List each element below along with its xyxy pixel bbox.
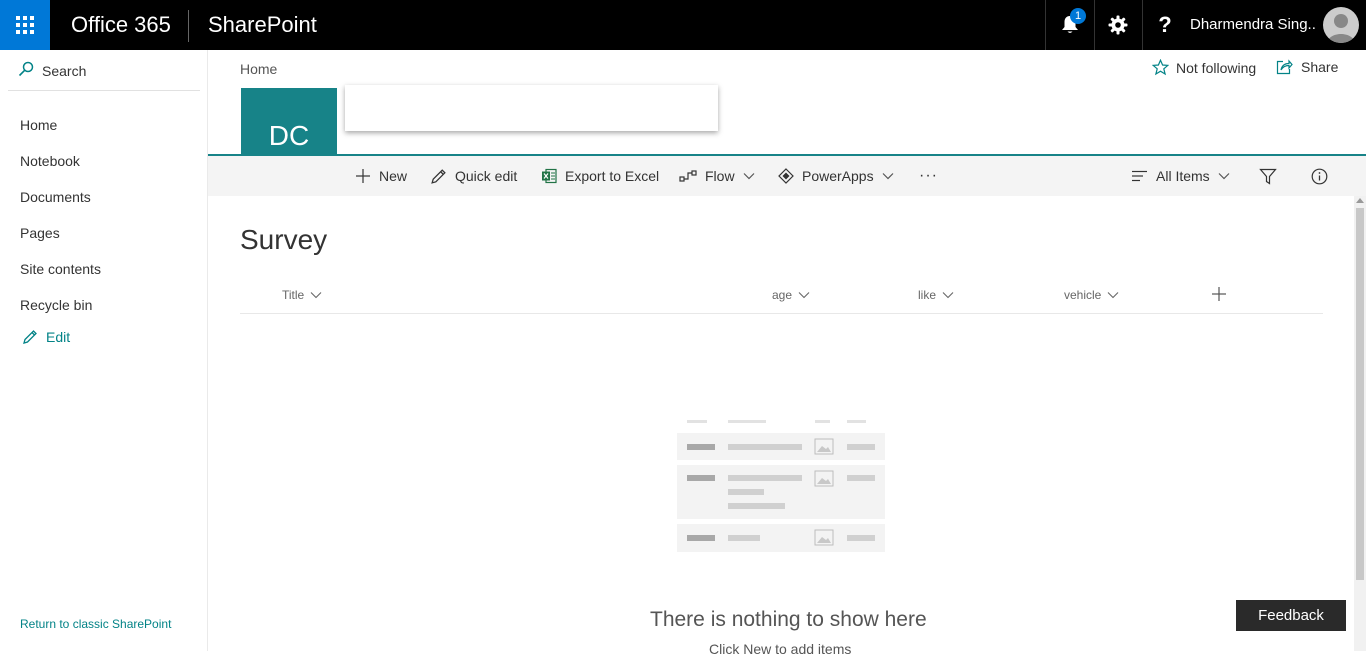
export-to-excel-button[interactable]: Export to Excel — [541, 156, 659, 196]
column-like-label: like — [918, 288, 937, 302]
list-title: Survey — [240, 224, 328, 255]
help-button[interactable]: ? — [1141, 0, 1189, 50]
brand-divider — [188, 10, 189, 42]
column-vehicle-label: vehicle — [1064, 288, 1102, 302]
chevron-down-icon — [1107, 292, 1119, 299]
info-pane-button[interactable] — [1311, 156, 1328, 196]
vertical-scrollbar[interactable] — [1354, 196, 1366, 651]
nav-item-recycle-bin[interactable]: Recycle bin — [20, 297, 92, 313]
column-header-like[interactable]: like — [918, 288, 954, 302]
user-avatar-icon — [1327, 14, 1355, 43]
view-selector-button[interactable]: All Items — [1131, 156, 1230, 196]
settings-button[interactable] — [1094, 0, 1143, 50]
empty-state-subtitle: Click New to add items — [709, 641, 852, 657]
return-to-classic-link[interactable]: Return to classic SharePoint — [20, 617, 171, 631]
list-view-icon — [1132, 170, 1147, 182]
search-icon — [18, 61, 34, 77]
column-header-vehicle[interactable]: vehicle — [1064, 288, 1119, 302]
plus-icon — [1212, 287, 1226, 301]
edit-nav-button[interactable]: Edit — [22, 329, 70, 345]
export-label: Export to Excel — [565, 168, 660, 184]
filter-icon — [1259, 168, 1277, 185]
star-icon — [1152, 59, 1169, 76]
notifications-button[interactable]: 1 — [1045, 0, 1095, 50]
nav-item-documents[interactable]: Documents — [20, 189, 91, 205]
avatar[interactable] — [1323, 7, 1359, 43]
view-label: All Items — [1156, 168, 1210, 184]
follow-label: Not following — [1176, 59, 1257, 76]
sharepoint-app-link[interactable]: SharePoint — [208, 0, 317, 50]
feedback-button[interactable]: Feedback — [1236, 600, 1346, 631]
waffle-icon — [16, 16, 34, 34]
follow-button[interactable]: Not following — [1152, 59, 1256, 76]
chevron-down-icon — [1218, 173, 1230, 180]
search-label: Search — [42, 63, 87, 79]
new-button[interactable]: New — [355, 156, 407, 196]
app-launcher-button[interactable] — [0, 0, 50, 50]
flow-menu-button[interactable]: Flow — [679, 156, 755, 196]
flow-label: Flow — [705, 168, 735, 184]
office-365-brand[interactable]: Office 365 — [71, 0, 171, 50]
column-header-age[interactable]: age — [772, 288, 810, 302]
search-input[interactable]: Search — [8, 50, 200, 91]
share-icon — [1276, 59, 1293, 75]
gear-icon — [1108, 15, 1128, 35]
scrollbar-thumb[interactable] — [1356, 208, 1364, 580]
column-header-divider — [240, 313, 1323, 314]
filter-button[interactable] — [1259, 156, 1277, 196]
plus-icon — [356, 169, 370, 183]
edit-label: Edit — [46, 329, 71, 345]
left-navigation: Search Home Notebook Documents Pages Sit… — [0, 50, 208, 651]
powerapps-icon — [778, 168, 794, 184]
powerapps-menu-button[interactable]: PowerApps — [778, 156, 894, 196]
quick-edit-button[interactable]: Quick edit — [430, 156, 517, 196]
more-options-button[interactable]: ··· — [919, 156, 938, 196]
command-bar: New Quick edit Export to Excel Flow Powe… — [208, 156, 1366, 196]
notification-badge: 1 — [1070, 8, 1086, 24]
nav-item-notebook[interactable]: Notebook — [20, 153, 80, 169]
suite-bar: Office 365 SharePoint 1 ? Dharmendra Sin… — [0, 0, 1366, 50]
pencil-icon — [23, 330, 37, 344]
nav-item-site-contents[interactable]: Site contents — [20, 261, 101, 277]
column-title-label: Title — [282, 288, 305, 302]
info-icon — [1311, 168, 1328, 184]
empty-list-illustration — [677, 420, 885, 552]
column-header-title[interactable]: Title — [282, 288, 322, 302]
site-title-panel — [345, 85, 718, 131]
help-icon: ? — [1158, 12, 1172, 37]
add-column-button[interactable] — [1211, 286, 1227, 307]
nav-item-pages[interactable]: Pages — [20, 225, 60, 241]
share-label: Share — [1301, 59, 1339, 75]
scroll-up-arrow-icon[interactable] — [1356, 198, 1364, 203]
share-button[interactable]: Share — [1276, 59, 1338, 75]
column-age-label: age — [772, 288, 793, 302]
chevron-down-icon — [743, 173, 754, 180]
chevron-down-icon — [942, 292, 954, 299]
pencil-icon — [431, 168, 446, 184]
quick-edit-label: Quick edit — [455, 168, 518, 184]
nav-item-home[interactable]: Home — [20, 117, 57, 133]
powerapps-label: PowerApps — [802, 168, 874, 184]
chevron-down-icon — [798, 292, 810, 299]
excel-icon — [542, 168, 557, 184]
chevron-down-icon — [882, 173, 894, 180]
chevron-down-icon — [310, 292, 322, 299]
user-name[interactable]: Dharmendra Sing... — [1190, 0, 1316, 50]
flow-icon — [679, 170, 697, 182]
empty-state-title: There is nothing to show here — [650, 608, 927, 631]
breadcrumb[interactable]: Home — [240, 61, 277, 77]
new-label: New — [379, 168, 408, 184]
